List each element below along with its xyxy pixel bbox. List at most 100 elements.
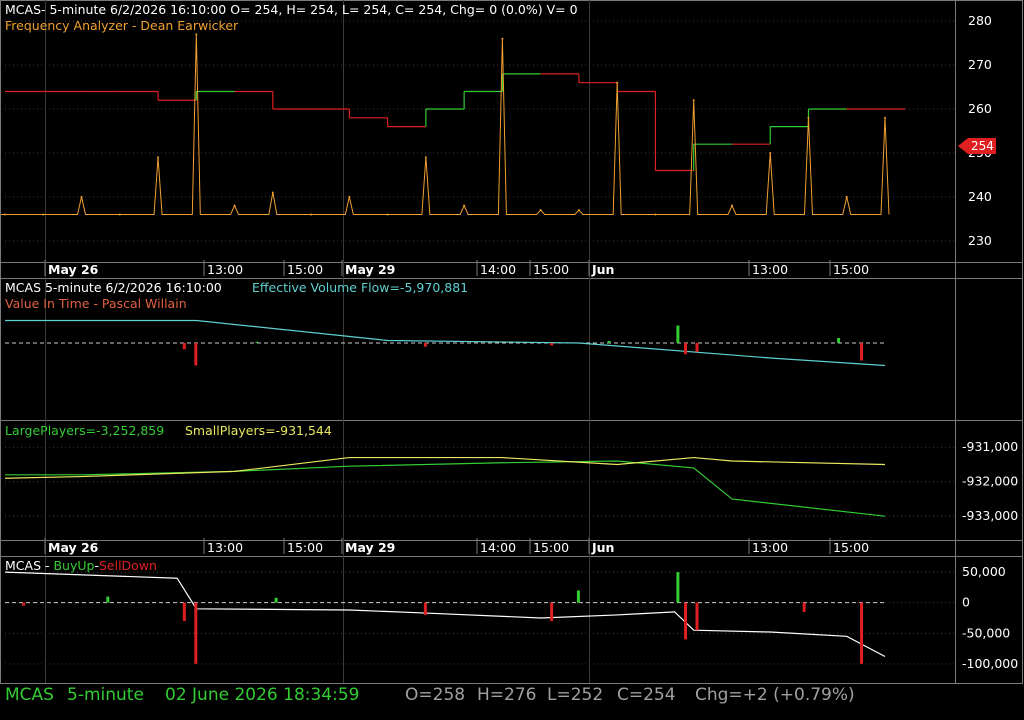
panel2-header-name: MCAS 5-minute 6/2/2026 16:10:00 [5, 280, 222, 295]
status-bar: MCAS 5-minute 02 June 2026 18:34:59 O=25… [5, 685, 1020, 707]
frequency-point [118, 213, 121, 216]
frequency-point [424, 156, 427, 159]
status-low: L=252 [547, 685, 604, 705]
bs-tick-0: 50,000 [962, 564, 1006, 579]
frequency-point [80, 195, 83, 198]
status-interval: 5-minute [67, 685, 144, 705]
frequency-point [271, 191, 274, 194]
frequency-point [577, 209, 580, 212]
evf-bar [695, 343, 699, 352]
date-label: 15:00 [287, 262, 323, 277]
frequency-point [884, 116, 886, 119]
date-label: Jun [591, 540, 614, 555]
evf-line [5, 319, 886, 367]
panel4-header-buy: BuyUp [53, 558, 94, 573]
date-label: May 26 [48, 540, 99, 555]
frequency-point [539, 209, 542, 212]
date-label: 13:00 [752, 540, 788, 555]
players-tick-0: -931,000 [962, 439, 1018, 454]
panel4-header-prefix: MCAS - [5, 558, 53, 573]
price-marker-label: 254 [971, 139, 994, 153]
status-high: H=276 [477, 685, 537, 705]
frequency-point [730, 204, 733, 207]
bs-bar [684, 602, 688, 640]
frequency-point [310, 213, 313, 216]
players-tick-1: -932,000 [962, 474, 1018, 489]
bs-bar [194, 602, 198, 664]
date-label: May 26 [48, 262, 99, 277]
frequency-point [42, 213, 45, 216]
panel-frame-3 [0, 420, 1023, 541]
date-label: 14:00 [480, 262, 516, 277]
frequency-point [501, 37, 504, 40]
date-label: 15:00 [533, 262, 569, 277]
frequency-point [616, 81, 619, 84]
date-label: 13:00 [207, 540, 243, 555]
bs-tick-1: 0 [962, 595, 970, 610]
status-open: O=258 [405, 685, 466, 705]
effective-volume-flow-panel[interactable] [5, 319, 886, 367]
date-label: 13:00 [752, 262, 788, 277]
frequency-point [807, 116, 810, 119]
frequency-point [769, 151, 772, 154]
date-label: May 29 [345, 262, 395, 277]
frequency-point [4, 213, 6, 216]
panel1-header-line1: MCAS- 5-minute 6/2/2026 16:10:00 O= 254,… [5, 2, 578, 17]
players-panel[interactable] [4, 456, 886, 517]
evf-bar [194, 343, 198, 366]
evf-bar [607, 341, 611, 343]
price-tick-5: 280 [968, 13, 992, 28]
panel4-header-sell: SellDown [99, 558, 157, 573]
price-tick-1: 240 [968, 189, 992, 204]
status-close: C=254 [617, 685, 676, 705]
bs-bar [860, 602, 864, 664]
frequency-point [845, 195, 848, 198]
bs-tick-3: -100,000 [962, 656, 1018, 671]
bs-bar [695, 602, 699, 631]
evf-bar [423, 343, 427, 347]
bs-bar [423, 602, 427, 615]
frequency-point [157, 156, 160, 159]
date-label: 15:00 [833, 540, 869, 555]
evf-bar [684, 343, 688, 355]
price-panel[interactable] [1, 33, 905, 216]
evf-bar [860, 343, 864, 361]
price-tick-0: 230 [968, 233, 992, 248]
frequency-analyzer-line [1, 34, 890, 215]
date-label: 13:00 [207, 262, 243, 277]
bs-bar [802, 602, 806, 612]
price-tick-4: 270 [968, 57, 992, 72]
bs-bar [676, 572, 680, 603]
large-players-line [5, 460, 886, 517]
large-players-label: LargePlayers=-3,252,859 [5, 423, 164, 438]
bs-bar [182, 602, 186, 622]
bs-bar [576, 590, 580, 603]
evf-bar [182, 343, 186, 350]
panel2-header-value: Effective Volume Flow=-5,970,881 [252, 280, 468, 295]
small-players-label: SmallPlayers=-931,544 [185, 423, 332, 438]
panel4-header: MCAS - BuyUp-SellDown [5, 558, 157, 573]
panel-frame-5 [0, 556, 1023, 684]
bs-bar [550, 602, 554, 622]
frequency-point [692, 99, 695, 102]
price-tick-3: 260 [968, 101, 992, 116]
bs-cumulative-line [4, 571, 886, 658]
frequency-point [654, 213, 657, 216]
evf-bar [676, 325, 680, 343]
frequency-point [386, 213, 389, 216]
axis-ticks: 230240250260270280-931,000-932,000-933,0… [962, 13, 1018, 671]
status-change: Chg=+2 (+0.79%) [695, 685, 855, 705]
frequency-point [348, 195, 351, 198]
evf-bar [837, 338, 841, 343]
bs-bar [274, 597, 278, 603]
frequency-point [195, 33, 198, 36]
evf-bar [255, 341, 259, 343]
price-marker: 254 [958, 138, 996, 154]
panel-frame-0 [0, 0, 1023, 263]
bs-bar [106, 596, 110, 603]
frequency-point [463, 204, 466, 207]
panel1-header-line2: Frequency Analyzer - Dean Earwicker [5, 18, 239, 33]
buyup-selldown-panel[interactable] [4, 571, 886, 664]
date-label: 15:00 [533, 540, 569, 555]
bs-tick-2: -50,000 [962, 625, 1010, 640]
